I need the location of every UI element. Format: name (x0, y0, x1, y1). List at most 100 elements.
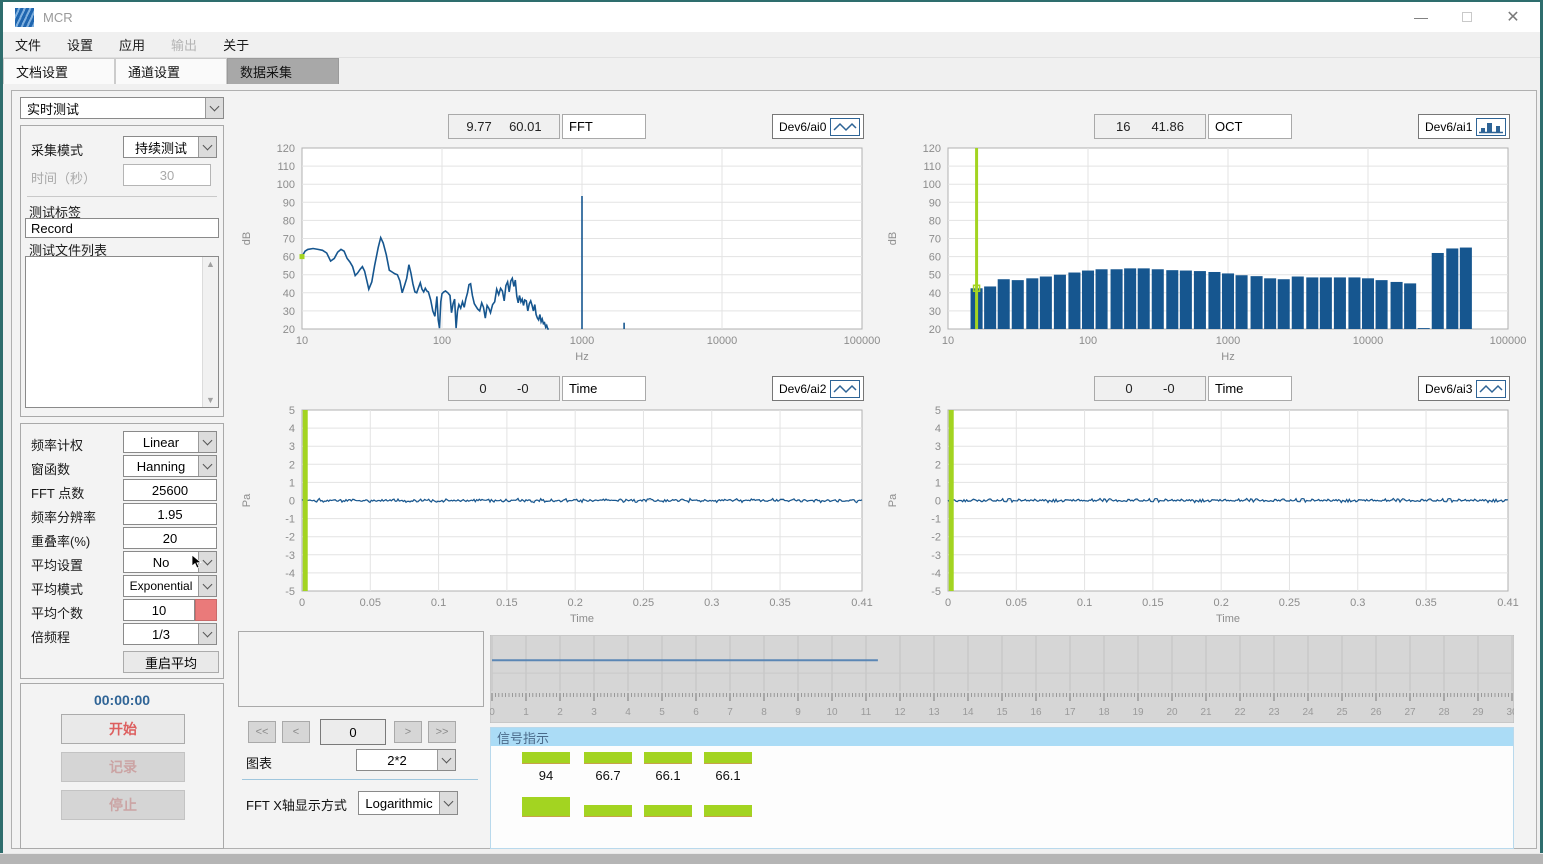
tab-document-settings[interactable]: 文档设置 (3, 58, 115, 84)
freq-resolution-input[interactable]: 1.95 (123, 503, 217, 525)
svg-text:Hz: Hz (575, 351, 588, 363)
cursor-readout: 9.77 60.01 (448, 114, 560, 139)
fft-points-input[interactable]: 25600 (123, 479, 217, 501)
acq-mode-select[interactable]: 持续测试 (123, 136, 217, 158)
page-first-button[interactable]: << (248, 721, 276, 743)
average-setting-value: No (124, 555, 198, 570)
weighting-select[interactable]: Linear (123, 431, 217, 453)
average-count-input[interactable]: 10 (123, 599, 195, 621)
svg-text:4: 4 (935, 423, 941, 435)
chevron-down-icon (203, 140, 213, 150)
svg-text:5: 5 (289, 405, 295, 417)
acq-mode-label: 采集模式 (31, 140, 83, 159)
svg-text:100: 100 (923, 179, 941, 191)
close-button[interactable]: ✕ (1490, 2, 1536, 32)
tab-channel-settings[interactable]: 通道设置 (115, 58, 227, 84)
chart-type-box[interactable]: Time (562, 376, 646, 401)
time-plot-ai3[interactable]: -5-4-3-2-101234500.050.10.150.20.250.30.… (882, 405, 1528, 627)
menu-settings[interactable]: 设置 (67, 35, 93, 54)
octave-select[interactable]: 1/3 (123, 623, 217, 645)
chart-header: 0 -0 Time Dev6/ai2 (236, 375, 882, 402)
test-mode-value: 实时测试 (21, 99, 205, 118)
svg-text:30: 30 (283, 306, 295, 318)
svg-text:-2: -2 (931, 532, 941, 544)
window-fn-select[interactable]: Hanning (123, 455, 217, 477)
average-mode-value: Exponential (124, 579, 198, 593)
taskbar-strip (0, 853, 1543, 864)
chevron-down-icon (203, 555, 213, 565)
chart-cell-time-ai2: 0 -0 Time Dev6/ai2 -5-4-3-2-101234500.05… (236, 375, 882, 627)
chart-layout-select[interactable]: 2*2 (356, 749, 456, 771)
chevron-down-icon (210, 101, 220, 111)
test-file-list[interactable]: ▲▼ (25, 256, 219, 408)
signal-bar (584, 752, 632, 764)
oct-plot[interactable]: 2030405060708090100110120101001000100001… (882, 143, 1528, 365)
line-chart-icon (830, 380, 860, 398)
chart-type-box[interactable]: FFT (562, 114, 646, 139)
minimize-button[interactable]: — (1398, 2, 1444, 32)
dropdown-button[interactable] (198, 576, 216, 596)
svg-text:10: 10 (942, 335, 954, 347)
page-prev-button[interactable]: < (282, 721, 310, 743)
time-label: 时间（秒） (31, 168, 96, 187)
tab-data-acquisition[interactable]: 数据采集 (227, 58, 339, 84)
menu-application[interactable]: 应用 (119, 35, 145, 54)
tab-bar: 文档设置 通道设置 数据采集 (3, 58, 1540, 84)
average-setting-label: 平均设置 (31, 555, 83, 574)
time-plot-ai2[interactable]: -5-4-3-2-101234500.050.10.150.20.250.30.… (236, 405, 882, 627)
record-button: 记录 (61, 752, 185, 782)
fft-xaxis-select[interactable]: Logarithmic (358, 791, 458, 815)
record-progress-timeline[interactable]: 0123456789101112131415161718192021222324… (490, 635, 1514, 723)
chart-type-box[interactable]: Time (1208, 376, 1292, 401)
fft-xaxis-value: Logarithmic (359, 796, 439, 811)
svg-text:3: 3 (289, 441, 295, 453)
app-window: MCR — ✕ 文件 设置 应用 输出 关于 文档设置 通道设置 数据采集 实时… (0, 0, 1543, 853)
svg-text:4: 4 (625, 707, 631, 718)
svg-text:0.05: 0.05 (360, 597, 381, 609)
page-next-button[interactable]: > (394, 721, 422, 743)
svg-text:14: 14 (962, 707, 974, 718)
menu-file[interactable]: 文件 (15, 35, 41, 54)
maximize-icon (1462, 12, 1472, 22)
svg-text:110: 110 (277, 161, 295, 173)
channel-selector[interactable]: Dev6/ai1 (1418, 114, 1510, 139)
dropdown-button[interactable] (198, 432, 216, 452)
page-last-button[interactable]: >> (428, 721, 456, 743)
chart-type-box[interactable]: OCT (1208, 114, 1292, 139)
svg-text:10000: 10000 (1353, 335, 1384, 347)
signal-value: 94 (515, 768, 577, 783)
svg-text:2: 2 (557, 707, 563, 718)
tag-input[interactable]: Record (25, 218, 219, 238)
channel-selector[interactable]: Dev6/ai2 (772, 376, 864, 401)
chart-layout-label: 图表 (246, 753, 272, 772)
acq-mode-value: 持续测试 (124, 138, 198, 157)
maximize-button[interactable] (1444, 2, 1490, 32)
dropdown-button[interactable] (198, 624, 216, 644)
start-button[interactable]: 开始 (61, 714, 185, 744)
dropdown-button[interactable] (439, 792, 457, 814)
average-mode-select[interactable]: Exponential (123, 575, 217, 597)
time-input[interactable]: 30 (123, 164, 211, 186)
svg-text:1000: 1000 (570, 335, 594, 347)
svg-text:20: 20 (1166, 707, 1178, 718)
scroll-up-icon[interactable]: ▲ (206, 259, 215, 269)
overlap-input[interactable]: 20 (123, 527, 217, 549)
test-mode-select[interactable]: 实时测试 (20, 97, 224, 119)
fft-plot[interactable]: 2030405060708090100110120101001000100001… (236, 143, 882, 365)
dropdown-button[interactable] (198, 456, 216, 476)
acq-mode-dropdown-button[interactable] (198, 137, 216, 157)
restart-average-button[interactable]: 重启平均 (123, 651, 219, 673)
channel-selector[interactable]: Dev6/ai0 (772, 114, 864, 139)
svg-text:12: 12 (894, 707, 906, 718)
page-number-input[interactable]: 0 (320, 719, 386, 745)
menu-about[interactable]: 关于 (223, 35, 249, 54)
svg-text:-5: -5 (285, 586, 295, 598)
svg-text:0.2: 0.2 (1214, 597, 1229, 609)
dropdown-button[interactable] (437, 750, 455, 770)
level-bar (644, 805, 692, 817)
scroll-down-icon[interactable]: ▼ (206, 395, 215, 405)
channel-selector[interactable]: Dev6/ai3 (1418, 376, 1510, 401)
scrollbar[interactable]: ▲▼ (202, 257, 218, 407)
test-mode-dropdown-button[interactable] (205, 98, 223, 118)
chart-cell-fft: 9.77 60.01 FFT Dev6/ai0 2030405060708090… (236, 113, 882, 365)
